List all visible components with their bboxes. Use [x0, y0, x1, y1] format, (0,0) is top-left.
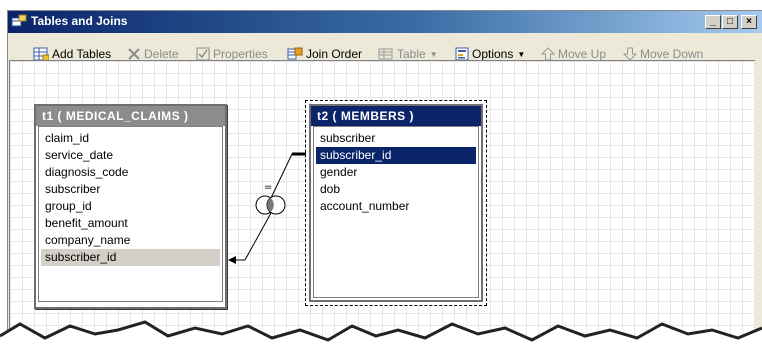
options-icon	[455, 47, 469, 61]
column-item[interactable]: subscriber	[316, 130, 476, 147]
join-order-label: Join Order	[306, 47, 363, 61]
properties-label: Properties	[213, 47, 268, 61]
move-up-label: Move Up	[558, 47, 607, 61]
column-list: subscriber subscriber_id gender dob acco…	[313, 126, 479, 298]
window-title: Tables and Joins	[31, 14, 128, 28]
delete-x-icon	[128, 48, 140, 60]
chevron-down-icon: ▼	[517, 49, 526, 59]
add-tables-label: Add Tables	[52, 47, 112, 61]
column-item[interactable]: group_id	[41, 198, 220, 215]
column-item[interactable]: company_name	[41, 232, 220, 249]
column-item[interactable]: subscriber	[41, 181, 220, 198]
table-label: Table	[397, 47, 426, 61]
options-label: Options	[472, 47, 514, 61]
table-title[interactable]: t2 ( MEMBERS )	[311, 106, 481, 126]
arrow-up-icon	[541, 47, 555, 61]
column-list: claim_id service_date diagnosis_code sub…	[38, 126, 223, 302]
title-bar[interactable]: Tables and Joins _ □ ×	[8, 11, 762, 33]
selected-column-item[interactable]: subscriber_id	[41, 249, 220, 266]
properties-icon	[196, 47, 210, 61]
table-medical-claims[interactable]: t1 ( MEDICAL_CLAIMS ) claim_id service_d…	[34, 104, 227, 309]
table-icon	[378, 48, 393, 60]
column-item[interactable]: service_date	[41, 147, 220, 164]
column-item[interactable]: gender	[316, 164, 476, 181]
minimize-button[interactable]: _	[705, 15, 721, 29]
chevron-down-icon: ▼	[429, 49, 438, 59]
column-item[interactable]: account_number	[316, 198, 476, 215]
column-item[interactable]: diagnosis_code	[41, 164, 220, 181]
selected-column-item[interactable]: subscriber_id	[316, 147, 476, 164]
delete-label: Delete	[144, 47, 179, 61]
move-down-label: Move Down	[640, 47, 704, 61]
table-title[interactable]: t1 ( MEDICAL_CLAIMS )	[36, 106, 225, 126]
table-members[interactable]: t2 ( MEMBERS ) subscriber subscriber_id …	[305, 100, 487, 306]
maximize-button[interactable]: □	[722, 15, 738, 29]
column-item[interactable]: benefit_amount	[41, 215, 220, 232]
tables-app-icon	[11, 14, 27, 27]
column-item[interactable]: claim_id	[41, 130, 220, 147]
table-members-frame: t2 ( MEMBERS ) subscriber subscriber_id …	[309, 104, 483, 302]
close-button[interactable]: ×	[741, 15, 757, 29]
arrow-down-icon	[623, 47, 637, 61]
column-item[interactable]: dob	[316, 181, 476, 198]
join-order-icon	[287, 47, 303, 60]
